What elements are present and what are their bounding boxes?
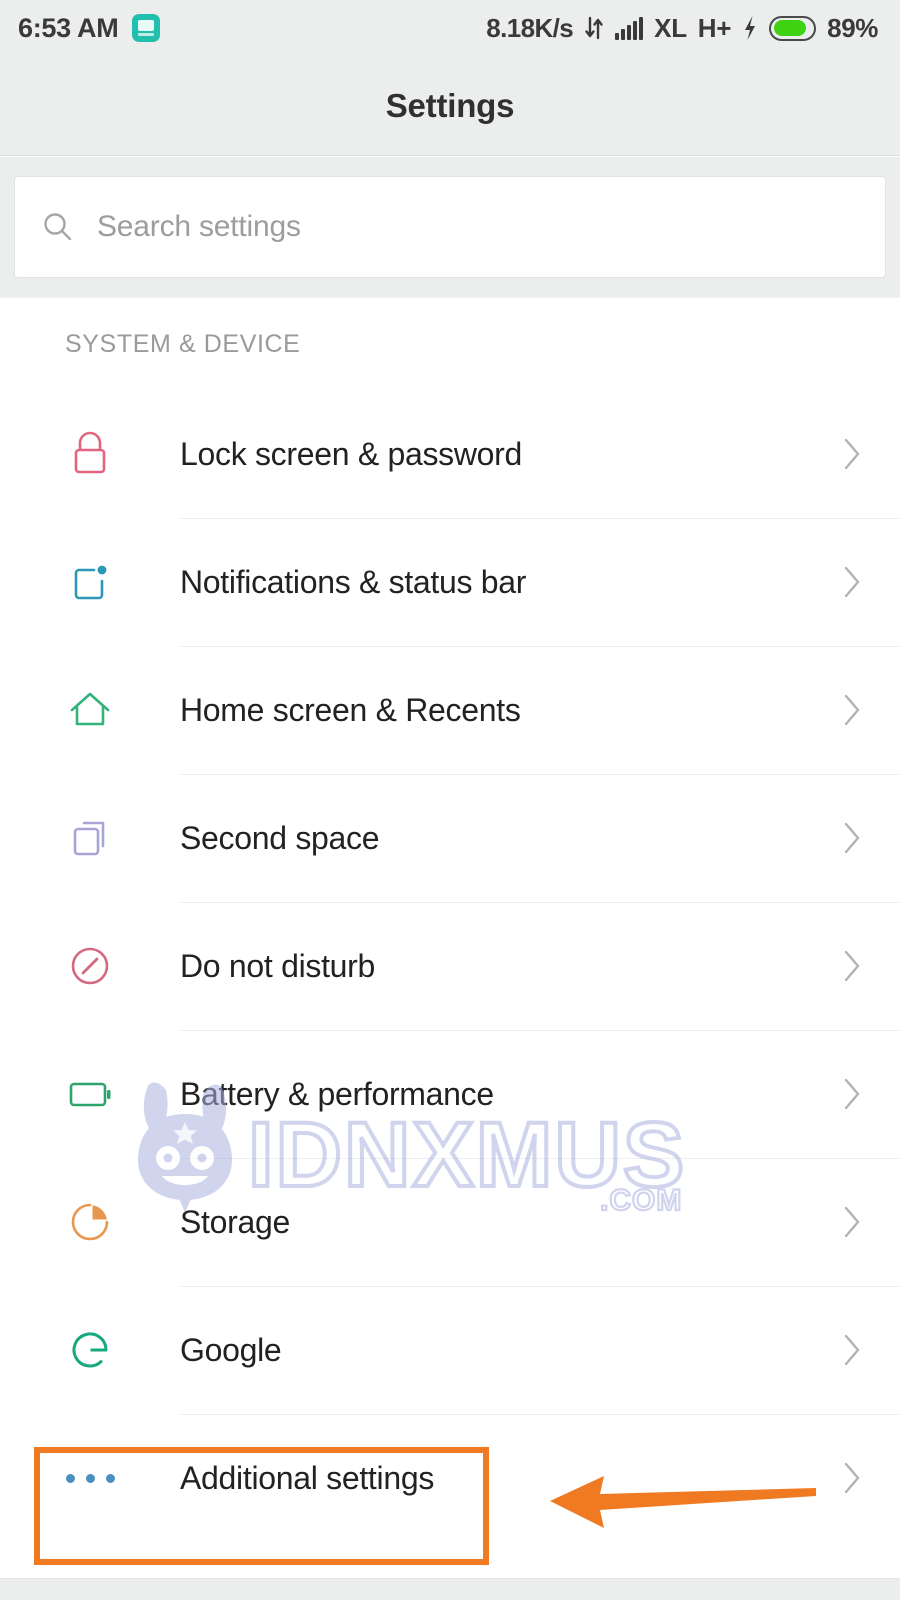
title-bar: Settings [0, 56, 900, 156]
settings-list-panel: SYSTEM & DEVICE Lock screen & password N… [0, 297, 900, 1542]
status-bar-right: 8.18K/s XL H+ 89% [486, 13, 878, 44]
chevron-right-icon [804, 1328, 900, 1372]
list-item-google[interactable]: Google [0, 1286, 900, 1414]
carrier-label: XL [654, 12, 687, 43]
search-input[interactable]: Search settings [14, 176, 886, 278]
more-dots-glyph [65, 1473, 115, 1483]
chevron-right-icon [804, 1072, 900, 1116]
battery-outline-icon [0, 1074, 180, 1114]
list-item-label: Home screen & Recents [180, 691, 521, 728]
row-divider [180, 646, 900, 647]
status-bar: 6:53 AM 8.18K/s XL H+ 89% [0, 0, 900, 56]
pie-chart-icon [0, 1199, 180, 1245]
list-item-label: Google [180, 1331, 282, 1368]
section-header-system-device: SYSTEM & DEVICE [0, 298, 900, 390]
section-header-label: SYSTEM & DEVICE [65, 329, 301, 358]
list-item-do-not-disturb[interactable]: Do not disturb [0, 902, 900, 1030]
row-divider [180, 1158, 900, 1159]
row-divider [180, 902, 900, 903]
row-divider [180, 774, 900, 775]
do-not-disturb-icon [0, 943, 180, 989]
chevron-right-icon [804, 944, 900, 988]
row-divider [180, 1030, 900, 1031]
row-divider [180, 518, 900, 519]
list-item-storage[interactable]: Storage [0, 1158, 900, 1286]
data-transfer-icon [584, 14, 604, 42]
list-item-notifications[interactable]: Notifications & status bar [0, 518, 900, 646]
list-item-label: Storage [180, 1203, 290, 1240]
chevron-right-icon [804, 1456, 900, 1500]
list-item-lock-screen[interactable]: Lock screen & password [0, 390, 900, 518]
chevron-right-icon [804, 816, 900, 860]
list-item-label: Battery & performance [180, 1075, 494, 1112]
signal-bars-icon [615, 16, 644, 40]
chevron-right-icon [804, 432, 900, 476]
search-icon [41, 210, 75, 244]
second-space-icon [0, 814, 180, 862]
lightning-bolt-icon [742, 14, 758, 42]
settings-screen: 6:53 AM 8.18K/s XL H+ 89% Settings Searc… [0, 0, 900, 1600]
list-item-label: Notifications & status bar [180, 563, 527, 600]
list-item-home-screen[interactable]: Home screen & Recents [0, 646, 900, 774]
row-divider [180, 1414, 900, 1415]
battery-percent-label: 89% [827, 12, 878, 43]
list-item-label: Second space [180, 819, 380, 856]
network-speed-label: 8.18K/s [486, 12, 574, 43]
search-section: Search settings [0, 157, 900, 297]
google-g-icon [0, 1326, 180, 1374]
messaging-app-icon [132, 14, 161, 42]
network-type-label: H+ [697, 12, 732, 43]
battery-icon [769, 15, 817, 41]
chevron-right-icon [804, 560, 900, 604]
lock-icon [0, 428, 180, 480]
search-placeholder: Search settings [97, 210, 301, 243]
status-clock: 6:53 AM [18, 12, 119, 43]
row-divider [180, 1286, 900, 1287]
chevron-right-icon [804, 688, 900, 732]
more-dots-icon [0, 1473, 180, 1483]
list-item-label: Additional settings [180, 1459, 435, 1496]
home-icon [0, 687, 180, 733]
status-bar-left: 6:53 AM [18, 12, 161, 44]
notification-icon [0, 557, 180, 607]
list-item-label: Lock screen & password [180, 435, 523, 472]
list-item-label: Do not disturb [180, 947, 376, 984]
list-item-additional-settings[interactable]: Additional settings [0, 1414, 900, 1542]
page-title: Settings [385, 86, 515, 124]
bottom-bar [0, 1578, 900, 1600]
chevron-right-icon [804, 1200, 900, 1244]
list-item-battery-performance[interactable]: Battery & performance [0, 1030, 900, 1158]
list-item-second-space[interactable]: Second space [0, 774, 900, 902]
